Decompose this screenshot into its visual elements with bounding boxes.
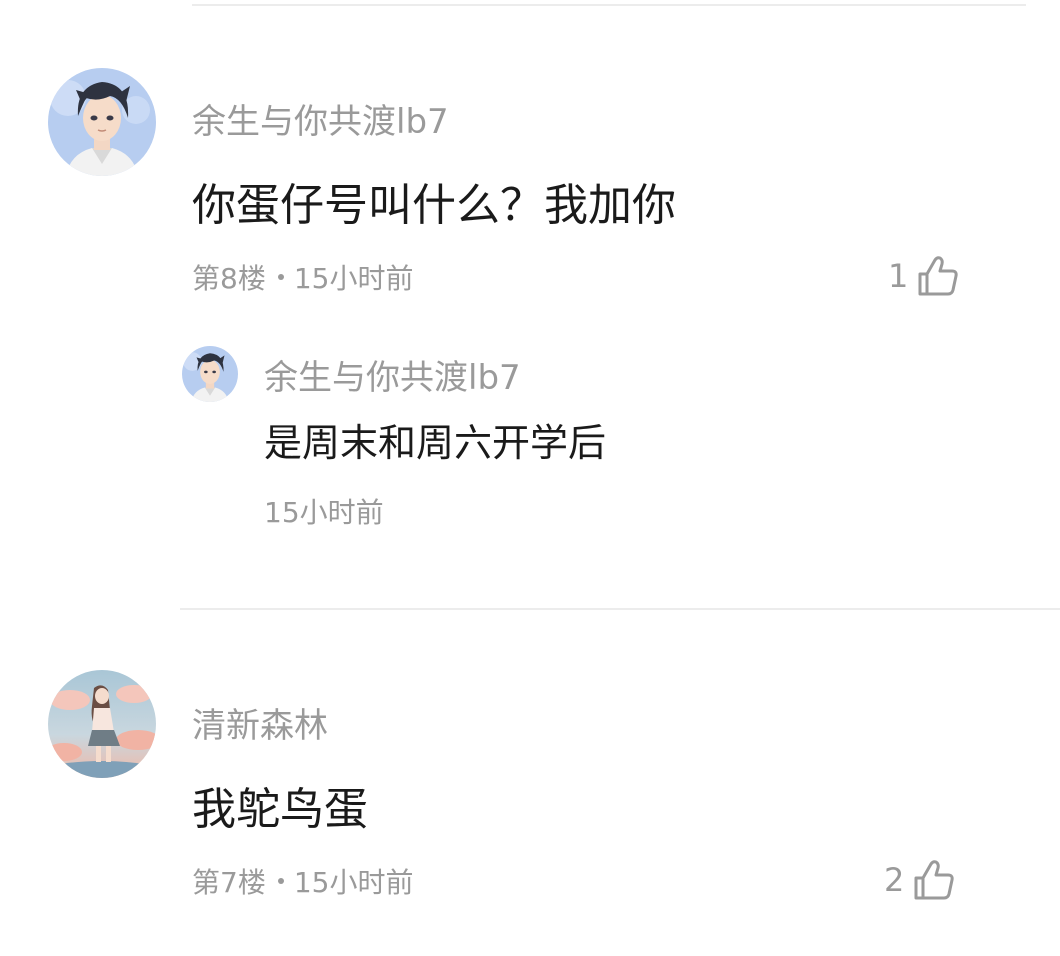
top-divider: [192, 4, 1026, 6]
comment-text: 你蛋仔号叫什么？我加你: [192, 180, 676, 231]
avatar[interactable]: [48, 68, 156, 176]
reply-time: 15小时前: [264, 496, 384, 529]
comment-floor: 第7楼: [192, 866, 266, 899]
comment-divider: [180, 608, 1060, 610]
like-count: 2: [884, 861, 905, 899]
separator-dot: [277, 274, 284, 280]
reply-username[interactable]: 余生与你共渡lb7: [264, 358, 521, 398]
like-count: 1: [888, 257, 909, 295]
comment-text: 我鸵鸟蛋: [192, 784, 368, 835]
reply-avatar[interactable]: [182, 346, 238, 402]
like-button[interactable]: 1: [888, 254, 960, 298]
comment-time: 15小时前: [293, 262, 414, 295]
comment-username[interactable]: 余生与你共渡lb7: [192, 102, 449, 142]
thumbs-up-icon: [918, 256, 959, 296]
avatar-image: [48, 68, 156, 176]
avatar-image: [48, 670, 156, 778]
thumbs-up-icon: [914, 860, 955, 900]
like-button[interactable]: 2: [884, 858, 956, 902]
comment-meta: 第7楼 15小时前: [192, 866, 413, 900]
comment-time: 15小时前: [293, 866, 414, 899]
reply-text: 是周末和周六开学后: [264, 421, 607, 465]
comment-floor: 第8楼: [192, 262, 266, 295]
avatar-image: [182, 346, 238, 402]
avatar[interactable]: [48, 670, 156, 778]
separator-dot: [277, 878, 284, 884]
comment-meta: 第8楼 15小时前: [192, 262, 413, 296]
comment-username[interactable]: 清新森林: [192, 706, 328, 746]
